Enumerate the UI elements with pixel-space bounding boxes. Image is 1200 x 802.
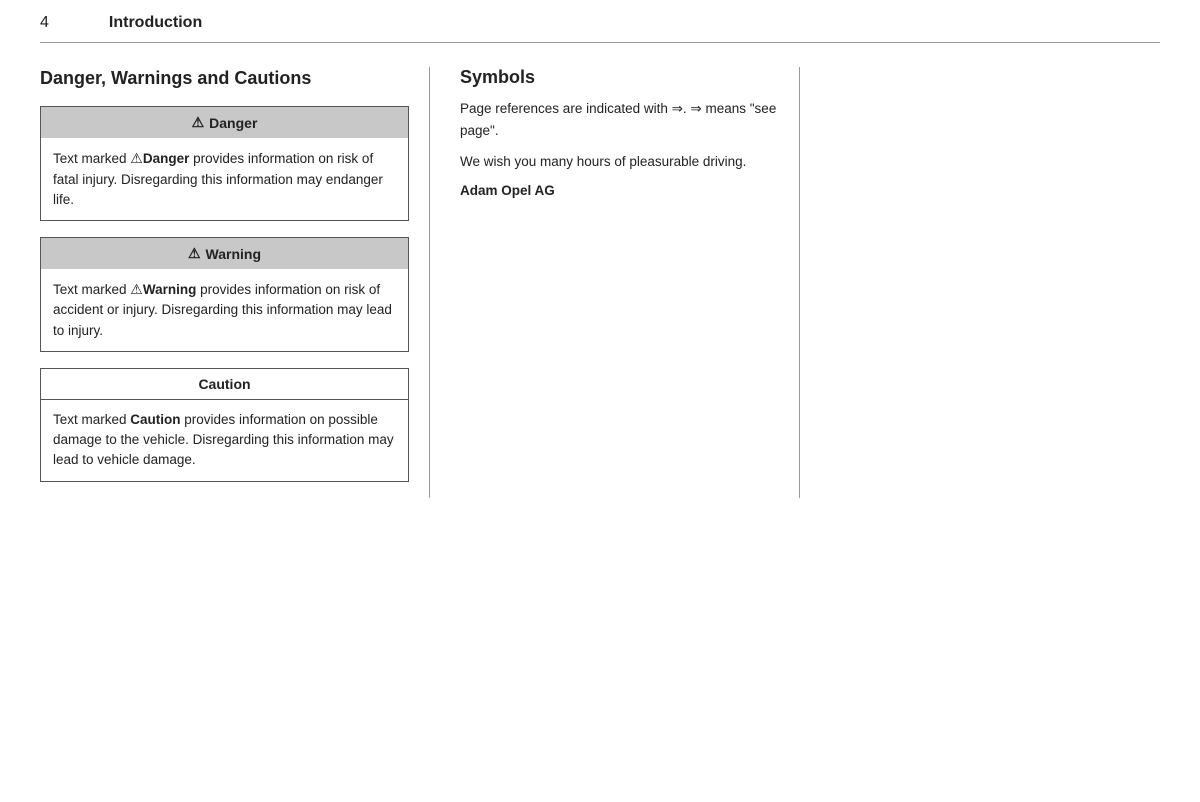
caution-body: Text marked Caution provides information… (41, 400, 408, 481)
warning-block: ⚠ Warning Text marked ⚠Warning provides … (40, 237, 409, 352)
danger-header-label: Danger (209, 115, 257, 131)
symbols-paragraph1: Page references are indicated with ⇒. ⇒ … (460, 98, 779, 141)
page-header: 4 Introduction (0, 0, 1200, 42)
middle-column: Symbols Page references are indicated wi… (430, 67, 800, 498)
danger-body: Text marked ⚠Danger provides information… (41, 138, 408, 220)
right-column (800, 67, 1160, 498)
left-column: Danger, Warnings and Cautions ⚠ Danger T… (40, 67, 430, 498)
warning-body-prefix: Text marked (53, 282, 130, 297)
danger-triangle-icon: ⚠ (192, 114, 205, 131)
caution-header-label: Caution (198, 376, 250, 392)
danger-body-prefix: Text marked (53, 151, 130, 166)
danger-block: ⚠ Danger Text marked ⚠Danger provides in… (40, 106, 409, 221)
symbols-paragraph2: We wish you many hours of pleasurable dr… (460, 151, 779, 173)
warning-triangle-icon: ⚠ (188, 245, 201, 262)
symbols-heading: Symbols (460, 67, 779, 88)
symbols-brand: Adam Opel AG (460, 183, 779, 198)
warning-body: Text marked ⚠Warning provides informatio… (41, 269, 408, 351)
caution-block: Caution Text marked Caution provides inf… (40, 368, 409, 482)
section-heading-dangers: Danger, Warnings and Cautions (40, 67, 409, 90)
page-number: 4 (40, 14, 49, 32)
danger-header: ⚠ Danger (41, 107, 408, 138)
warning-body-triangle-icon: ⚠ (130, 281, 143, 297)
warning-body-keyword: Warning (143, 282, 197, 297)
caution-body-prefix: Text marked (53, 412, 130, 427)
warning-header-label: Warning (206, 246, 261, 262)
danger-body-keyword: Danger (143, 151, 190, 166)
caution-header: Caution (41, 369, 408, 400)
caution-body-keyword: Caution (130, 412, 180, 427)
warning-header: ⚠ Warning (41, 238, 408, 269)
page-content: Danger, Warnings and Cautions ⚠ Danger T… (0, 43, 1200, 522)
page-title: Introduction (109, 14, 202, 32)
danger-body-triangle-icon: ⚠ (130, 150, 143, 166)
